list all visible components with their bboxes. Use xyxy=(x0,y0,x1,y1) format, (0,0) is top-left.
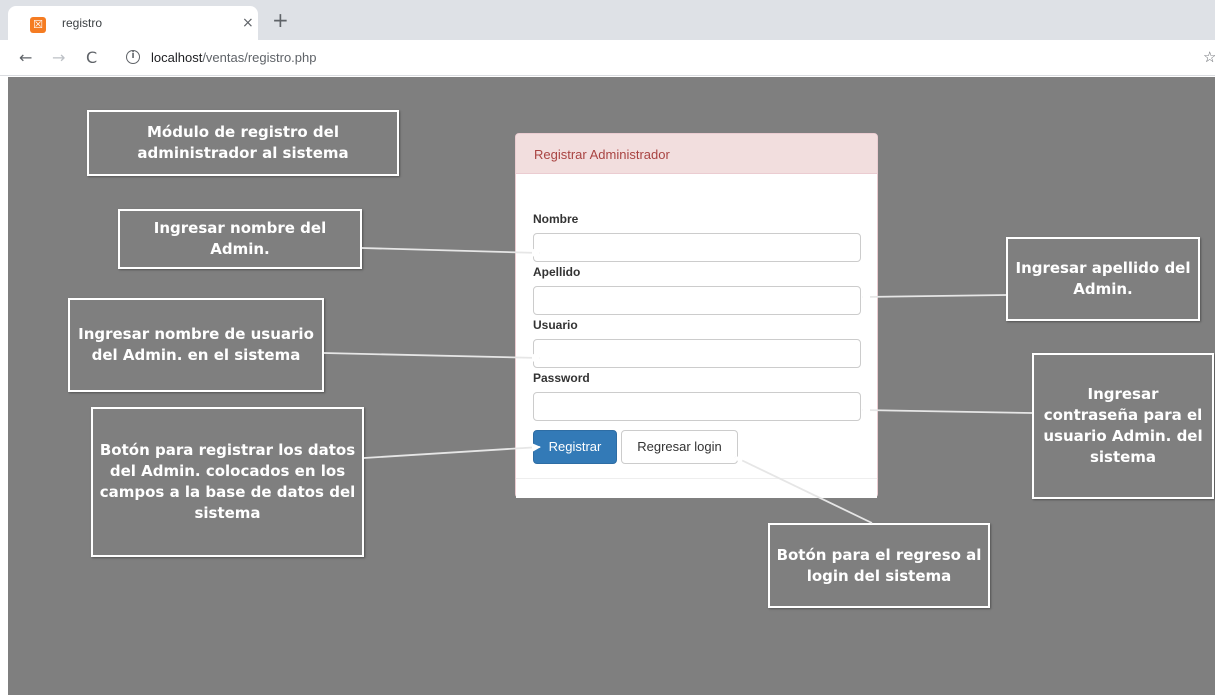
usuario-label: Usuario xyxy=(533,318,578,332)
callout-regresar: Botón para el regreso al login del siste… xyxy=(768,523,990,608)
password-label: Password xyxy=(533,371,590,385)
apellido-input[interactable] xyxy=(533,286,861,315)
callout-usuario: Ingresar nombre de usuario del Admin. en… xyxy=(68,298,324,392)
registrar-button[interactable]: Registrar xyxy=(533,430,617,464)
tab-strip: ☒ registro × + xyxy=(0,0,1215,40)
bookmark-star-icon[interactable]: ☆ xyxy=(1203,48,1215,66)
address-bar[interactable]: localhost/ventas/registro.php xyxy=(151,50,317,65)
back-icon[interactable]: ← xyxy=(19,48,32,67)
new-tab-button[interactable]: + xyxy=(272,8,289,32)
callout-registrar: Botón para registrar los datos del Admin… xyxy=(91,407,364,557)
site-info-icon[interactable]: i xyxy=(126,50,140,64)
callout-apellido: Ingresar apellido del Admin. xyxy=(1006,237,1200,321)
tab-title: registro xyxy=(62,16,103,30)
xampp-icon: ☒ xyxy=(30,17,46,33)
forward-icon[interactable]: → xyxy=(52,48,65,67)
url-host: localhost xyxy=(151,50,203,65)
password-input[interactable] xyxy=(533,392,861,421)
panel-title: Registrar Administrador xyxy=(534,147,670,162)
panel-footer xyxy=(516,478,877,498)
browser-tab[interactable]: ☒ registro × xyxy=(8,6,258,40)
url-path: /ventas/registro.php xyxy=(202,50,317,65)
panel-heading: Registrar Administrador xyxy=(516,134,877,174)
reload-icon[interactable]: C xyxy=(86,48,97,67)
callout-nombre: Ingresar nombre del Admin. xyxy=(118,209,362,269)
register-panel: Registrar Administrador Nombre Apellido … xyxy=(515,133,878,498)
apellido-label: Apellido xyxy=(533,265,581,279)
nombre-label: Nombre xyxy=(533,212,579,226)
nombre-input[interactable] xyxy=(533,233,861,262)
close-tab-icon[interactable]: × xyxy=(242,15,254,31)
regresar-login-button[interactable]: Regresar login xyxy=(621,430,738,464)
browser-toolbar: ← → C i localhost/ventas/registro.php ☆ xyxy=(0,40,1215,76)
usuario-input[interactable] xyxy=(533,339,861,368)
callout-module: Módulo de registro del administrador al … xyxy=(87,110,399,176)
callout-password: Ingresar contraseña para el usuario Admi… xyxy=(1032,353,1214,499)
